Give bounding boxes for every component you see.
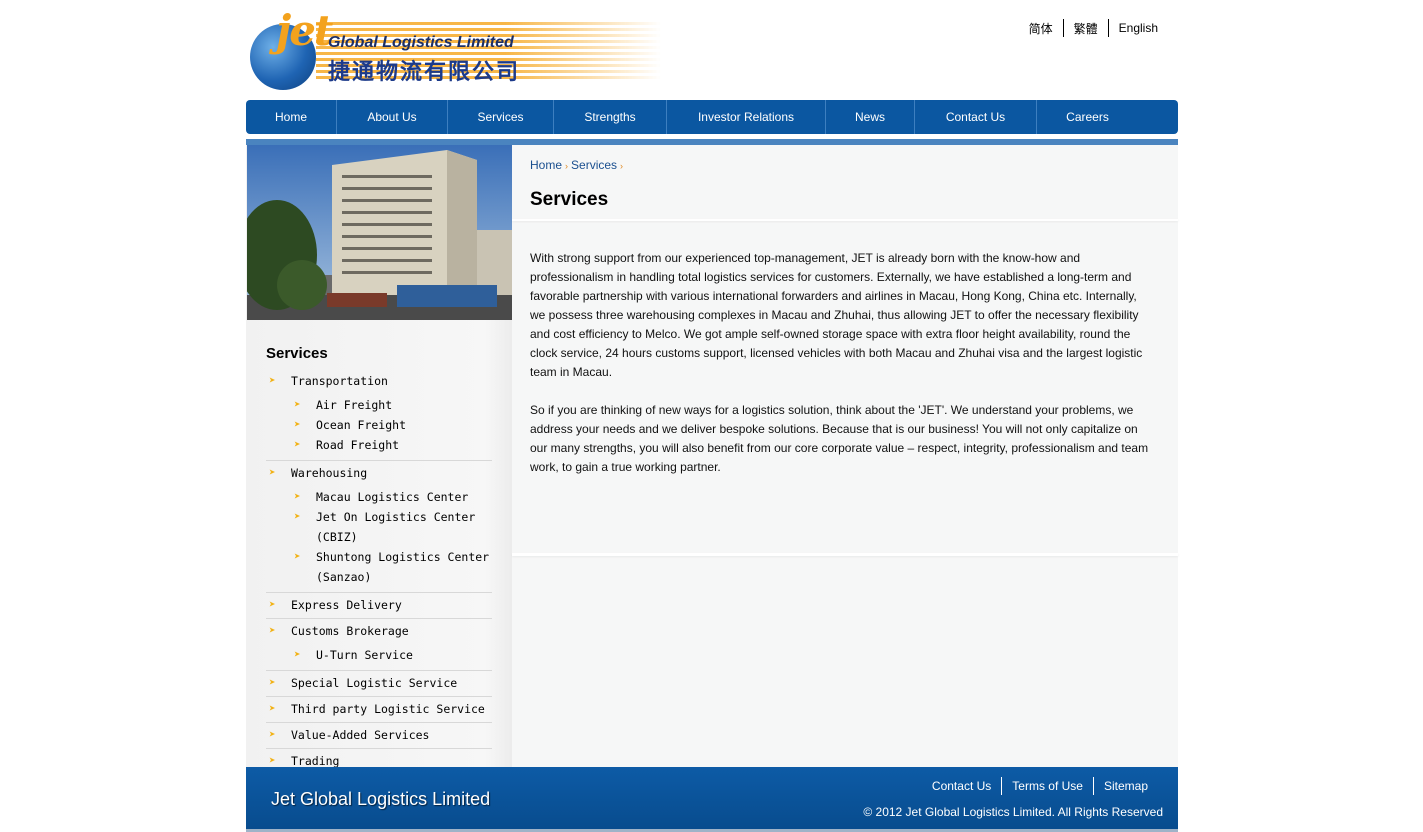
menu-item-label: Special Logistic Service xyxy=(291,676,458,690)
nav-strengths[interactable]: Strengths xyxy=(554,100,667,134)
menu-item-label: Transportation xyxy=(291,374,388,388)
nav-careers[interactable]: Careers xyxy=(1037,100,1138,134)
sidebar: Services ➤ Transportation ➤ Air Freight … xyxy=(246,145,512,775)
header: jet Global Logistics Limited 捷通物流有限公司 简体… xyxy=(246,0,1178,100)
chevron-right-icon: › xyxy=(620,161,624,171)
nav-contact-us[interactable]: Contact Us xyxy=(915,100,1037,134)
arrow-right-icon: ➤ xyxy=(269,624,276,637)
lang-english[interactable]: English xyxy=(1109,21,1168,35)
arrow-right-icon: ➤ xyxy=(269,598,276,611)
menu-item-label: Air Freight xyxy=(316,398,393,412)
nav-news[interactable]: News xyxy=(826,100,915,134)
menu-item-u-turn-service[interactable]: ➤ U-Turn Service xyxy=(291,645,492,665)
menu-item-ocean-freight[interactable]: ➤ Ocean Freight xyxy=(291,415,492,435)
content-body: With strong support from our experienced… xyxy=(530,249,1155,496)
menu-item-label: Third party Logistic Service xyxy=(291,702,485,716)
arrow-right-icon: ➤ xyxy=(294,510,301,523)
footer-company-name: Jet Global Logistics Limited xyxy=(271,789,491,809)
arrow-right-icon: ➤ xyxy=(294,398,301,411)
company-logo[interactable]: jet Global Logistics Limited 捷通物流有限公司 xyxy=(246,6,666,92)
nav-investor-relations[interactable]: Investor Relations xyxy=(667,100,826,134)
menu-item-customs-brokerage[interactable]: ➤ Customs Brokerage xyxy=(266,621,492,641)
breadcrumb-services[interactable]: Services xyxy=(571,158,617,172)
menu-group-warehousing: ➤ Warehousing ➤ Macau Logistics Center ➤… xyxy=(266,461,492,593)
menu-item-transportation[interactable]: ➤ Transportation xyxy=(266,371,492,391)
menu-item-special-logistic-service[interactable]: ➤ Special Logistic Service xyxy=(266,673,492,693)
arrow-right-icon: ➤ xyxy=(269,728,276,741)
menu-group-express-delivery: ➤ Express Delivery xyxy=(266,593,492,619)
divider xyxy=(512,219,1178,221)
menu-item-shuntong-logistics-center[interactable]: ➤ Shuntong Logistics Center (Sanzao) xyxy=(291,547,492,587)
arrow-right-icon: ➤ xyxy=(294,648,301,661)
nav-about-us[interactable]: About Us xyxy=(337,100,448,134)
footer-link-sitemap[interactable]: Sitemap xyxy=(1094,779,1158,793)
menu-item-label: Jet On Logistics Center (CBIZ) xyxy=(316,510,476,544)
arrow-right-icon: ➤ xyxy=(269,676,276,689)
main-nav: Home About Us Services Strengths Investo… xyxy=(246,100,1178,134)
menu-group-customs-brokerage: ➤ Customs Brokerage ➤ U-Turn Service xyxy=(266,619,492,671)
nav-services[interactable]: Services xyxy=(448,100,554,134)
lang-simplified-chinese[interactable]: 简体 xyxy=(1019,20,1063,37)
menu-item-label: Ocean Freight xyxy=(316,418,407,432)
paragraph: So if you are thinking of new ways for a… xyxy=(530,403,1149,474)
menu-item-label: Customs Brokerage xyxy=(291,624,409,638)
menu-group-transportation: ➤ Transportation ➤ Air Freight ➤ Ocean F… xyxy=(266,369,492,461)
arrow-right-icon: ➤ xyxy=(269,702,276,715)
menu-item-label: Value-Added Services xyxy=(291,728,430,742)
logo-text-english: Global Logistics Limited xyxy=(328,34,514,51)
arrow-right-icon: ➤ xyxy=(269,374,276,387)
divider xyxy=(512,553,1178,556)
menu-item-road-freight[interactable]: ➤ Road Freight xyxy=(291,435,492,455)
arrow-right-icon: ➤ xyxy=(294,438,301,451)
menu-item-label: Macau Logistics Center xyxy=(316,490,469,504)
footer-links: Contact Us Terms of Use Sitemap xyxy=(922,777,1158,795)
main-content: Home › Services › Services With strong supp… xyxy=(512,145,1178,767)
menu-group-value-added: ➤ Value-Added Services xyxy=(266,723,492,749)
menu-group-special-logistic: ➤ Special Logistic Service xyxy=(266,671,492,697)
arrow-right-icon: ➤ xyxy=(294,418,301,431)
footer: Jet Global Logistics Limited Contact Us … xyxy=(246,767,1178,829)
submenu: ➤ U-Turn Service xyxy=(266,641,492,667)
menu-item-label: Warehousing xyxy=(291,466,368,480)
menu-item-label: Express Delivery xyxy=(291,598,402,612)
footer-link-terms-of-use[interactable]: Terms of Use xyxy=(1002,779,1093,793)
submenu: ➤ Air Freight ➤ Ocean Freight ➤ Road Fre… xyxy=(266,391,492,457)
menu-item-label: Shuntong Logistics Center (Sanzao) xyxy=(316,550,490,584)
building-photo xyxy=(247,145,512,320)
breadcrumb-home[interactable]: Home xyxy=(530,158,562,172)
language-switcher: 简体 繁體 English xyxy=(1019,19,1168,37)
menu-item-macau-logistics-center[interactable]: ➤ Macau Logistics Center xyxy=(291,487,492,507)
menu-item-third-party-logistic-service[interactable]: ➤ Third party Logistic Service xyxy=(266,699,492,719)
footer-link-contact-us[interactable]: Contact Us xyxy=(922,779,1001,793)
arrow-right-icon: ➤ xyxy=(294,490,301,503)
menu-group-third-party: ➤ Third party Logistic Service xyxy=(266,697,492,723)
services-menu: ➤ Transportation ➤ Air Freight ➤ Ocean F… xyxy=(266,369,492,775)
menu-item-warehousing[interactable]: ➤ Warehousing xyxy=(266,463,492,483)
arrow-right-icon: ➤ xyxy=(294,550,301,563)
logo-mark: jet xyxy=(276,6,333,55)
logo-text-chinese: 捷通物流有限公司 xyxy=(328,60,521,85)
paragraph: With strong support from our experienced… xyxy=(530,251,1143,379)
copyright-text: © 2012 Jet Global Logistics Limited. All… xyxy=(863,805,1163,819)
submenu: ➤ Macau Logistics Center ➤ Jet On Logist… xyxy=(266,483,492,589)
breadcrumb: Home › Services › xyxy=(530,158,626,172)
menu-item-express-delivery[interactable]: ➤ Express Delivery xyxy=(266,595,492,615)
nav-home[interactable]: Home xyxy=(246,100,337,134)
chevron-right-icon: › xyxy=(565,161,569,171)
menu-item-label: U-Turn Service xyxy=(316,648,413,662)
menu-item-air-freight[interactable]: ➤ Air Freight xyxy=(291,395,492,415)
page-title: Services xyxy=(530,189,609,210)
menu-item-jet-on-logistics-center[interactable]: ➤ Jet On Logistics Center (CBIZ) xyxy=(291,507,492,547)
sidebar-title: Services xyxy=(266,345,328,362)
menu-item-label: Road Freight xyxy=(316,438,400,452)
menu-item-value-added-services[interactable]: ➤ Value-Added Services xyxy=(266,725,492,745)
arrow-right-icon: ➤ xyxy=(269,466,276,479)
lang-traditional-chinese[interactable]: 繁體 xyxy=(1064,20,1108,37)
